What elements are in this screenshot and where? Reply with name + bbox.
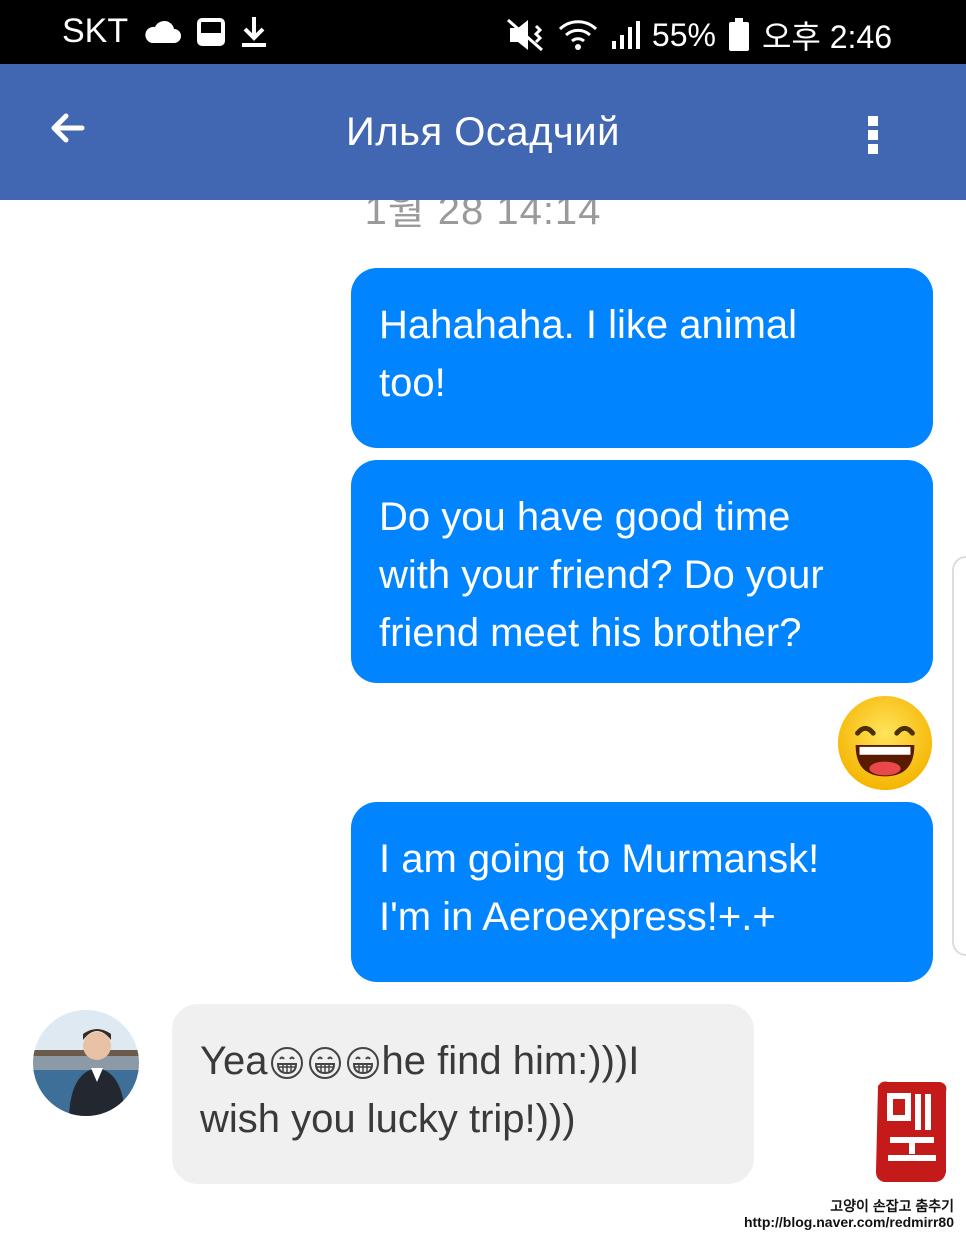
- seal-stamp-icon: [876, 1081, 947, 1182]
- signal-icon: [611, 21, 640, 49]
- outgoing-message[interactable]: Do you have good time with your friend? …: [351, 460, 933, 683]
- conversation-header: Илья Осадчий: [0, 64, 966, 200]
- more-vert-icon: [868, 116, 878, 126]
- status-left: SKT: [62, 12, 268, 51]
- vibrate-mute-icon: [506, 18, 543, 52]
- more-options-button[interactable]: [864, 116, 882, 162]
- clock: 오후 2:46: [761, 19, 892, 55]
- battery-icon: [728, 18, 749, 51]
- contact-avatar[interactable]: [33, 1010, 139, 1116]
- cloud-icon: [145, 20, 182, 43]
- contact-name[interactable]: Илья Осадчий: [0, 110, 966, 155]
- status-bar: SKT 55% 오후 2:46: [0, 0, 966, 64]
- watermark-caption: 고양이 손잡고 춤추기: [830, 1198, 954, 1214]
- grinning-emoji-icon: [308, 1047, 341, 1079]
- incoming-message[interactable]: Yea he find him:)))I wish you lucky trip!…: [172, 1004, 754, 1184]
- inbox-icon: [197, 17, 226, 46]
- battery-percent: 55%: [651, 16, 716, 53]
- scroll-handle[interactable]: [952, 556, 966, 956]
- carrier-label: SKT: [62, 12, 129, 50]
- avatar-photo: [33, 1010, 139, 1116]
- grinning-emoji-icon: [346, 1047, 379, 1079]
- wifi-icon: [558, 20, 597, 50]
- download-icon: [242, 16, 267, 47]
- outgoing-message[interactable]: Hahahaha. I like animal too!: [351, 268, 933, 448]
- laughing-emoji-icon[interactable]: [836, 694, 934, 792]
- status-right: 55% 오후 2:46: [506, 12, 892, 58]
- grinning-emoji-icon: [270, 1047, 303, 1079]
- more-vert-dot: [868, 130, 878, 140]
- more-vert-dot: [868, 144, 878, 154]
- watermark-url: http://blog.naver.com/redmirr80: [743, 1214, 954, 1230]
- incoming-text-start: Yea: [200, 1039, 268, 1083]
- outgoing-message[interactable]: I am going to Murmansk! I'm in Aeroexpre…: [351, 802, 933, 982]
